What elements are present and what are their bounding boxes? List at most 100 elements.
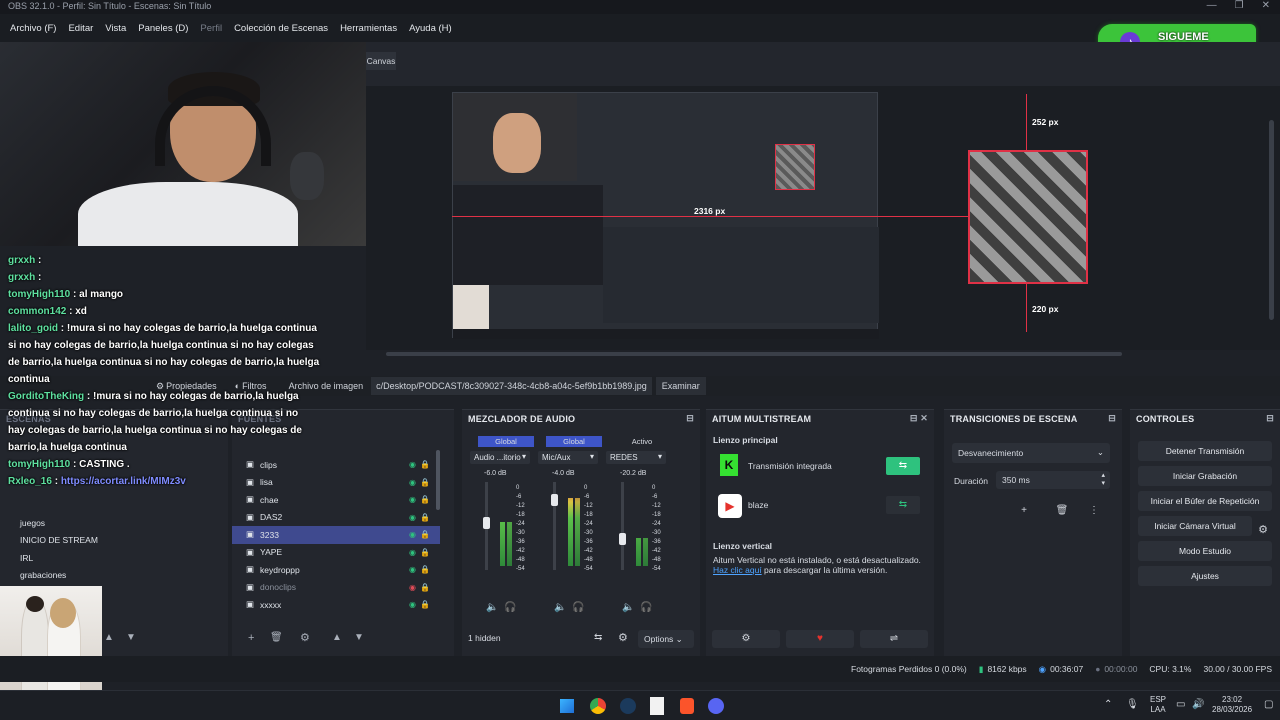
volume-knob[interactable]	[619, 533, 626, 545]
selected-source-box[interactable]	[968, 150, 1088, 284]
move-down-icon[interactable]: ▼	[126, 632, 136, 643]
lock-icon[interactable]: 🔒	[420, 530, 430, 539]
source-item[interactable]: ▣ xxxxx ◉ 🔒	[232, 596, 440, 614]
lock-icon[interactable]: 🔒	[420, 583, 430, 592]
volume-knob[interactable]	[551, 494, 558, 506]
maximize-button[interactable]: ❐	[1235, 0, 1244, 11]
channel-device-select[interactable]: Audio ...itorio ▾	[470, 451, 530, 464]
lock-icon[interactable]: 🔒	[420, 600, 430, 609]
language-indicator[interactable]: ESP LAA	[1150, 695, 1166, 715]
lock-icon[interactable]: 🔒	[420, 513, 430, 522]
visibility-eye-icon[interactable]: ◉	[409, 548, 416, 557]
menu-help[interactable]: Ayuda (H)	[409, 23, 452, 34]
lock-icon[interactable]: 🔒	[420, 460, 430, 469]
transition-select[interactable]: Desvanecimiento ⌄	[952, 443, 1110, 463]
headphones-icon[interactable]: 🎧	[572, 602, 584, 613]
replay-buffer-button[interactable]: Iniciar el Búfer de Repetición	[1138, 491, 1272, 511]
visibility-eye-icon[interactable]: ◉	[409, 583, 416, 592]
chrome-icon[interactable]	[590, 698, 606, 714]
menu-profile[interactable]: Perfil	[200, 23, 222, 34]
source-item[interactable]: ▣ chae ◉ 🔒	[232, 491, 440, 509]
start-icon[interactable]	[560, 699, 574, 713]
menu-docks[interactable]: Paneles (D)	[138, 23, 188, 34]
start-recording-button[interactable]: Iniciar Grabación	[1138, 466, 1272, 486]
visibility-eye-icon[interactable]: ◉	[409, 478, 416, 487]
trash-icon[interactable]: 🗑	[270, 632, 283, 643]
settings-button[interactable]: Ajustes	[1138, 566, 1272, 586]
menu-scene-collection[interactable]: Colección de Escenas	[234, 23, 328, 34]
stop-stream-button[interactable]: Detener Transmisión	[1138, 441, 1272, 461]
lock-icon[interactable]: 🔒	[420, 548, 430, 557]
source-item[interactable]: ▣ DAS2 ◉ 🔒	[232, 509, 440, 527]
spin-arrows-icon[interactable]: ▴ ▾	[1101, 472, 1105, 488]
preview-scrollbar-v[interactable]	[1269, 120, 1274, 320]
mixer-options-button[interactable]: Options ⌄	[638, 630, 694, 648]
visibility-eye-icon[interactable]: ◉	[409, 565, 416, 574]
preview-scrollbar-h[interactable]	[386, 352, 1122, 356]
multistream-settings-button[interactable]: ⚙	[712, 630, 780, 648]
add-source-icon[interactable]: +	[248, 632, 254, 644]
add-transition-icon[interactable]: +	[1010, 502, 1038, 520]
close-window-button[interactable]: ✕	[1262, 0, 1270, 11]
steam-icon[interactable]	[620, 698, 636, 714]
virtual-camera-settings-icon[interactable]: ⚙	[1258, 523, 1268, 536]
visibility-eye-icon[interactable]: ◉	[409, 460, 416, 469]
integrated-stream-toggle[interactable]: ⇆	[886, 457, 920, 475]
volume-slider[interactable]	[621, 482, 624, 570]
dock-menu-icon[interactable]: ⊟	[1266, 413, 1274, 424]
mixer-advanced-icon[interactable]: ⇆	[594, 632, 602, 643]
visibility-eye-icon[interactable]: ◉	[409, 530, 416, 539]
menu-edit[interactable]: Editar	[68, 23, 93, 34]
lock-icon[interactable]: 🔒	[420, 478, 430, 487]
minimize-button[interactable]: —	[1207, 0, 1217, 11]
visibility-eye-icon[interactable]: ◉	[409, 495, 416, 504]
discord-icon[interactable]	[708, 698, 724, 714]
virtual-camera-button[interactable]: Iniciar Cámara Virtual	[1138, 516, 1252, 536]
channel-device-select[interactable]: Mic/Aux ▾	[538, 451, 598, 464]
menu-view[interactable]: Vista	[105, 23, 126, 34]
duration-spinbox[interactable]: 350 ms ▴ ▾	[996, 471, 1110, 489]
image-path-field[interactable]: c/Desktop/PODCAST/8c309027-348c-4cb8-a04…	[371, 377, 652, 395]
visibility-eye-icon[interactable]: ◉	[409, 600, 416, 609]
notification-icon[interactable]: ▢	[1264, 699, 1273, 710]
source-settings-icon[interactable]: ⚙	[300, 631, 310, 644]
speaker-icon[interactable]: 🔈	[554, 602, 566, 613]
close-icon[interactable]: ⊟ ✕	[910, 413, 928, 424]
volume-knob[interactable]	[483, 517, 490, 529]
channel-device-select[interactable]: REDES ▾	[606, 451, 666, 464]
source-down-icon[interactable]: ▼	[354, 632, 364, 643]
sources-scrollbar[interactable]	[436, 450, 440, 510]
source-item[interactable]: ▣ YAPE ◉ 🔒	[232, 544, 440, 562]
move-up-icon[interactable]: ▲	[104, 632, 114, 643]
canvas-button[interactable]: Canvas	[366, 52, 396, 70]
speaker-icon[interactable]: 🔈	[622, 602, 634, 613]
trash-icon[interactable]: 🗑	[1048, 502, 1076, 520]
donate-heart-button[interactable]: ♥	[786, 630, 854, 648]
menu-file[interactable]: Archivo (F)	[10, 23, 56, 34]
studio-mode-button[interactable]: Modo Estudio	[1138, 541, 1272, 561]
source-item[interactable]: ▣ keydroppp ◉ 🔒	[232, 561, 440, 579]
speaker-icon[interactable]: 🔈	[486, 602, 498, 613]
tray-chevron-icon[interactable]: ⌃	[1104, 699, 1112, 710]
menu-tools[interactable]: Herramientas	[340, 23, 397, 34]
scene-item[interactable]: INICIO DE STREAM	[0, 532, 228, 550]
dock-menu-icon[interactable]: ⊟	[1108, 413, 1116, 424]
lock-icon[interactable]: 🔒	[420, 565, 430, 574]
headphones-icon[interactable]: 🎧	[640, 602, 652, 613]
file-icon[interactable]	[650, 697, 664, 715]
visibility-eye-icon[interactable]: ◉	[409, 513, 416, 522]
scene-item[interactable]: grabaciones	[0, 567, 228, 585]
headphones-icon[interactable]: 🎧	[504, 602, 516, 613]
source-item[interactable]: ▣ 3233 ◉ 🔒	[232, 526, 440, 544]
preview-area[interactable]: 2316 px 252 px 220 px	[366, 86, 1280, 356]
scene-item[interactable]: IRL	[0, 549, 228, 567]
mixer-settings-icon[interactable]: ⚙	[618, 631, 628, 644]
clock[interactable]: 23:02 28/03/2026	[1212, 695, 1252, 715]
source-item[interactable]: ▣ donoclips ◉ 🔒	[232, 579, 440, 597]
scene-item[interactable]: juegos	[0, 514, 228, 532]
download-link[interactable]: Haz clic aquí	[713, 565, 762, 575]
browse-button[interactable]: Examinar	[655, 377, 706, 395]
dock-menu-icon[interactable]: ⊟	[686, 413, 694, 424]
blaze-toggle[interactable]: ⇆	[886, 496, 920, 514]
source-up-icon[interactable]: ▲	[332, 632, 342, 643]
